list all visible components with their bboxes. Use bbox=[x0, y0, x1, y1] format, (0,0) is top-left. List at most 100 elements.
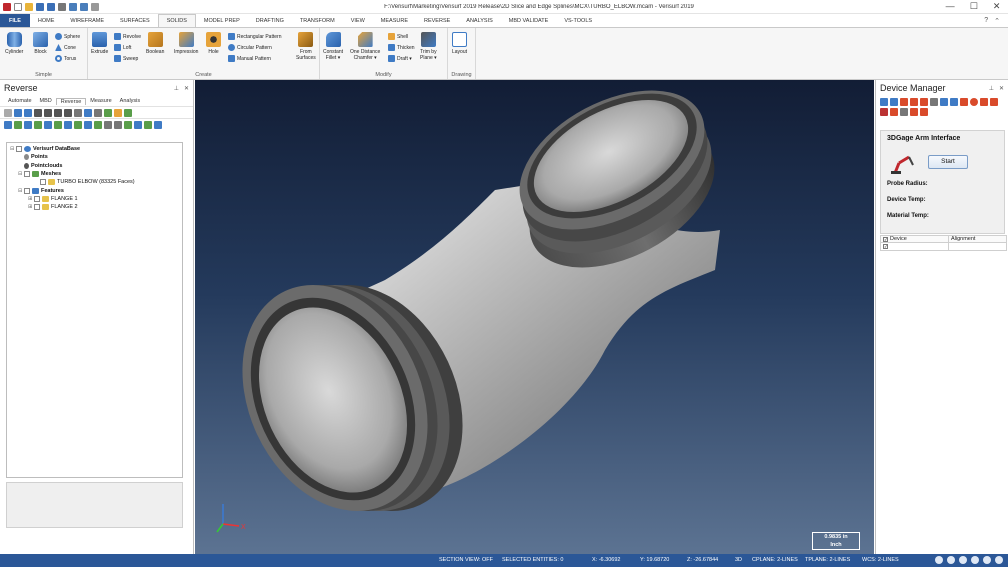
pin-icon[interactable]: ⊥ bbox=[989, 85, 994, 92]
torus-button[interactable]: Torus bbox=[55, 55, 76, 62]
temperature-icon[interactable] bbox=[920, 98, 928, 106]
help-status-icon[interactable] bbox=[995, 556, 1003, 564]
minimize-button[interactable]: — bbox=[946, 1, 955, 12]
box-tool-icon[interactable] bbox=[154, 120, 162, 129]
tree-checkbox[interactable] bbox=[16, 146, 22, 153]
hidden-line-icon[interactable] bbox=[959, 556, 967, 564]
from-surfaces-button[interactable]: From Surfaces bbox=[296, 32, 316, 61]
device-select-all-checkbox[interactable]: ✓ bbox=[883, 236, 888, 242]
tree-item-features[interactable]: ⊟ Features bbox=[10, 186, 179, 194]
tplane-status[interactable]: TPLANE: 2-LINES bbox=[805, 557, 850, 563]
redo-icon[interactable] bbox=[80, 2, 88, 11]
stop-icon[interactable] bbox=[880, 108, 888, 116]
extrude-button[interactable]: Extrude bbox=[91, 32, 108, 55]
level-icon[interactable] bbox=[920, 108, 928, 116]
block-button[interactable]: Block bbox=[33, 32, 48, 55]
tab-model-prep[interactable]: MODEL PREP bbox=[196, 14, 248, 27]
sheet-tool-icon[interactable] bbox=[124, 108, 132, 117]
boolean-button[interactable]: Boolean bbox=[146, 32, 164, 55]
tab-transform[interactable]: TRANSFORM bbox=[292, 14, 343, 27]
wrap-tool-icon[interactable] bbox=[144, 120, 152, 129]
tab-file[interactable]: FILE bbox=[0, 14, 30, 27]
section-view-status[interactable]: SECTION VIEW: OFF bbox=[439, 557, 493, 563]
mode-3d-status[interactable]: 3D bbox=[735, 557, 742, 563]
project-tool-icon[interactable] bbox=[124, 120, 132, 129]
tree-item-pointclouds[interactable]: Pointclouds bbox=[10, 162, 179, 170]
tree-checkbox[interactable] bbox=[34, 195, 40, 202]
point-icon[interactable] bbox=[890, 108, 898, 116]
tree-checkbox[interactable] bbox=[24, 171, 30, 178]
tab-mbd-validate[interactable]: MBD VALIDATE bbox=[501, 14, 557, 27]
pin-icon[interactable]: ⊥ bbox=[174, 85, 179, 92]
wireframe-icon[interactable] bbox=[947, 556, 955, 564]
capture-icon[interactable] bbox=[960, 98, 968, 106]
tab-view[interactable]: VIEW bbox=[343, 14, 373, 27]
tab-wireframe[interactable]: WIREFRAME bbox=[62, 14, 112, 27]
tab-automate[interactable]: Automate bbox=[4, 98, 36, 104]
tab-reverse-panel[interactable]: Reverse bbox=[55, 97, 87, 105]
grid-icon[interactable] bbox=[950, 98, 958, 106]
offset-tool-icon[interactable] bbox=[84, 120, 92, 129]
trim-tool-icon[interactable] bbox=[64, 120, 72, 129]
cone-button[interactable]: Cone bbox=[55, 44, 76, 51]
panel-close-icon[interactable]: ✕ bbox=[999, 85, 1004, 92]
undo-icon[interactable] bbox=[69, 2, 77, 11]
arm-icon[interactable] bbox=[930, 98, 938, 106]
import-tool-icon[interactable] bbox=[4, 120, 12, 129]
display-mode-icon[interactable] bbox=[971, 556, 979, 564]
chamfer-button[interactable]: One Distance Chamfer ▾ bbox=[350, 32, 380, 61]
edit-tool-icon[interactable] bbox=[94, 108, 102, 117]
maximize-button[interactable]: ☐ bbox=[970, 1, 978, 12]
blend-tool-icon[interactable] bbox=[74, 120, 82, 129]
close-button[interactable]: ✕ bbox=[993, 1, 1001, 12]
select-tool-icon[interactable] bbox=[4, 108, 12, 117]
device-row-checkbox[interactable]: ✓ bbox=[883, 244, 888, 249]
save-as-icon[interactable] bbox=[47, 2, 55, 11]
surface-tool-icon[interactable] bbox=[34, 120, 42, 129]
new-file-icon[interactable] bbox=[14, 2, 22, 11]
tree-item-flange-2[interactable]: ⊞ FLANGE 2 bbox=[10, 203, 179, 211]
cloud-icon[interactable] bbox=[900, 108, 908, 116]
manual-pattern-button[interactable]: Manual Pattern bbox=[228, 55, 271, 62]
tree-checkbox[interactable] bbox=[40, 179, 46, 186]
tab-measure[interactable]: MEASURE bbox=[373, 14, 416, 27]
scan-icon[interactable] bbox=[940, 98, 948, 106]
save-icon[interactable] bbox=[36, 2, 44, 11]
tree-checkbox[interactable] bbox=[34, 204, 40, 211]
measure-icon[interactable] bbox=[910, 108, 918, 116]
probe-icon[interactable] bbox=[900, 98, 908, 106]
wand-tool-icon[interactable] bbox=[24, 120, 32, 129]
connect-icon[interactable] bbox=[890, 98, 898, 106]
tab-reverse[interactable]: REVERSE bbox=[416, 14, 458, 27]
settings-icon[interactable] bbox=[910, 98, 918, 106]
color-tool-icon[interactable] bbox=[114, 108, 122, 117]
tab-drafting[interactable]: DRAFTING bbox=[248, 14, 292, 27]
hole-button[interactable]: Hole bbox=[206, 32, 221, 55]
collapse-ribbon-icon[interactable]: ⌃ bbox=[994, 17, 1000, 25]
spline-tool-icon[interactable] bbox=[114, 120, 122, 129]
loft-button[interactable]: Loft bbox=[114, 44, 131, 51]
cylinder-button[interactable]: Cylinder bbox=[5, 32, 23, 55]
layout-button[interactable]: Layout bbox=[452, 32, 467, 55]
wcs-status[interactable]: WCS: 2-LINES bbox=[862, 557, 899, 563]
tree-item-flange-1[interactable]: ⊞ FLANGE 1 bbox=[10, 195, 179, 203]
graphics-viewport[interactable]: X 0.9835 in Inch bbox=[195, 80, 874, 554]
tab-analysis-panel[interactable]: Analysis bbox=[116, 98, 144, 104]
tab-measure-panel[interactable]: Measure bbox=[86, 98, 115, 104]
fit-tool-icon[interactable] bbox=[104, 108, 112, 117]
tree-item-turbo-elbow[interactable]: TURBO ELBOW (83325 Faces) bbox=[10, 178, 179, 186]
section-tool-icon[interactable] bbox=[94, 120, 102, 129]
cplane-status[interactable]: CPLANE: 2-LINES bbox=[752, 557, 798, 563]
rectangular-pattern-button[interactable]: Rectangular Pattern bbox=[228, 33, 281, 40]
sweep-button[interactable]: Sweep bbox=[114, 55, 138, 62]
tab-analysis[interactable]: ANALYSIS bbox=[458, 14, 501, 27]
elbow-model[interactable]: X bbox=[195, 80, 874, 554]
align-tool-icon[interactable] bbox=[64, 108, 72, 117]
panel-close-icon[interactable]: ✕ bbox=[184, 85, 189, 92]
snap-tool-icon[interactable] bbox=[134, 120, 142, 129]
properties-icon[interactable] bbox=[91, 2, 99, 11]
tab-surfaces[interactable]: SURFACES bbox=[112, 14, 158, 27]
point-tool-icon[interactable] bbox=[14, 120, 22, 129]
thicken-button[interactable]: Thicken bbox=[388, 44, 415, 51]
shading-icon[interactable] bbox=[935, 556, 943, 564]
